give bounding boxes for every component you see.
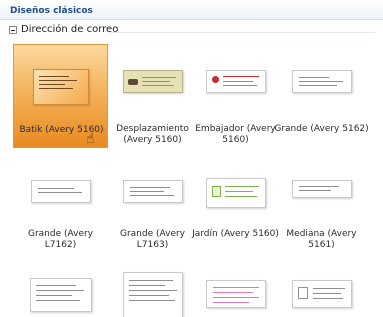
pink-lines-label-thumbnail-icon: [205, 280, 266, 308]
large-label-thumbnail-icon: [291, 70, 352, 93]
group-label: Dirección de correo: [21, 24, 119, 35]
group-divider: [110, 32, 375, 33]
large-label-thumbnail-icon: [30, 180, 91, 203]
ambassador-label-thumbnail-icon: [205, 70, 266, 93]
scroll-label-thumbnail-icon: [122, 70, 183, 93]
template-tile-row3-2[interactable]: [105, 262, 200, 317]
section-title: Diseños clásicos: [10, 6, 93, 16]
section-header: Diseños clásicos: [0, 0, 383, 20]
collapse-icon[interactable]: [9, 26, 17, 34]
template-tile-mediana[interactable]: Mediana (Avery 5161): [274, 170, 369, 250]
tile-label: Grande (Avery L7162): [27, 229, 94, 250]
label-thumbnail-icon: [29, 278, 92, 312]
medium-label-thumbnail-icon: [291, 180, 352, 198]
large-label-thumbnail-icon: [122, 180, 183, 203]
garden-label-thumbnail-icon: [205, 178, 266, 208]
label-thumbnail-icon: [122, 272, 183, 317]
tile-label: Mediana (Avery 5161): [286, 229, 357, 250]
tile-label: Embajador (Avery 5160): [195, 124, 276, 145]
tile-label: Desplazamiento (Avery 5160): [116, 124, 189, 145]
hand-cursor-icon: ☝: [86, 131, 95, 147]
tile-label: Jardín (Avery 5160): [192, 229, 279, 239]
template-tile-row3-3[interactable]: [188, 262, 283, 317]
template-tile-row3-4[interactable]: [274, 262, 369, 317]
batik-label-thumbnail-icon: [32, 69, 89, 105]
template-tile-grande-l7162[interactable]: Grande (Avery L7162): [13, 170, 108, 250]
template-tile-row3-1[interactable]: [13, 262, 108, 317]
tile-label: Grande (Avery 5162): [274, 124, 369, 134]
template-tile-desplazamiento[interactable]: Desplazamiento (Avery 5160): [105, 44, 200, 148]
template-tile-jardin[interactable]: Jardín (Avery 5160): [188, 170, 283, 250]
template-tile-grande-l7163[interactable]: Grande (Avery L7163): [105, 170, 200, 250]
tile-label: Batik (Avery 5160): [19, 125, 104, 135]
tile-label: Grande (Avery L7163): [119, 229, 186, 250]
template-tile-grande-5162[interactable]: Grande (Avery 5162): [274, 44, 369, 148]
group-header[interactable]: Dirección de correo: [0, 21, 383, 39]
template-tile-batik[interactable]: Batik (Avery 5160) ☝: [13, 44, 108, 148]
framed-label-thumbnail-icon: [291, 280, 352, 308]
template-tile-embajador[interactable]: Embajador (Avery 5160): [188, 44, 283, 148]
